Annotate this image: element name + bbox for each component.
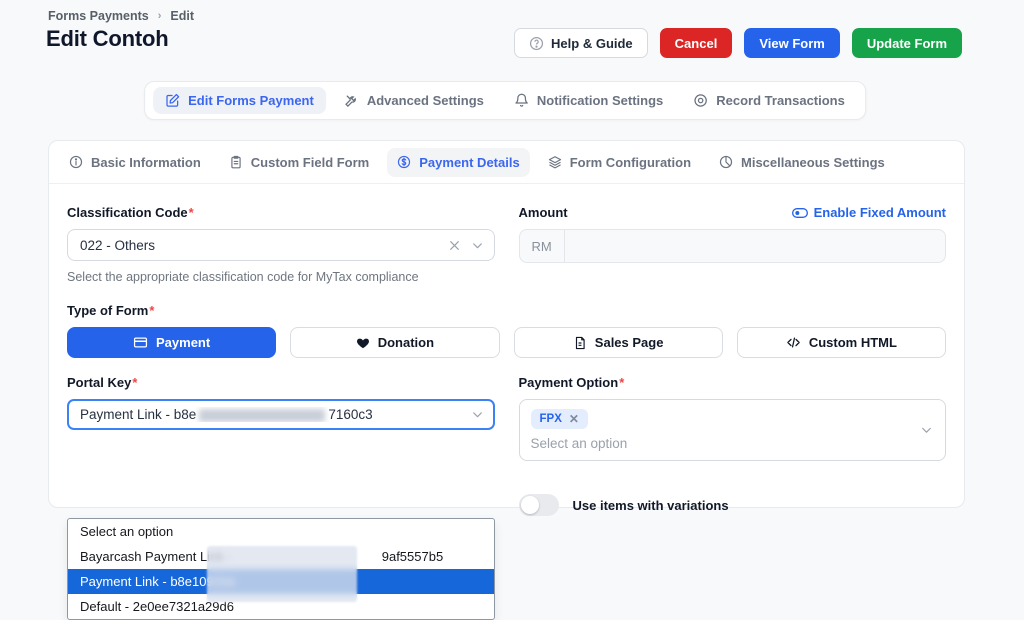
chevron-down-icon[interactable]: [471, 408, 484, 421]
tab-miscellaneous-settings[interactable]: Miscellaneous Settings: [709, 148, 895, 177]
redacted-text: [199, 409, 325, 422]
variations-toggle-row: Use items with variations: [519, 494, 947, 516]
tab-record-transactions[interactable]: Record Transactions: [681, 87, 857, 114]
tab-basic-information[interactable]: Basic Information: [59, 148, 211, 177]
view-form-button[interactable]: View Form: [744, 28, 840, 58]
tab-payment-details[interactable]: Payment Details: [387, 148, 529, 177]
tab-label: Payment Details: [419, 155, 519, 170]
toggle-icon: [792, 207, 808, 219]
breadcrumb-item-forms-payments[interactable]: Forms Payments: [48, 9, 149, 23]
type-label: Payment: [156, 335, 210, 350]
tab-label: Miscellaneous Settings: [741, 155, 885, 170]
tab-edit-forms-payment[interactable]: Edit Forms Payment: [153, 87, 326, 114]
dropdown-option-bayarcash-payment-link[interactable]: Bayarcash Payment Link - 9af5557b5: [68, 544, 494, 569]
card-icon: [133, 335, 148, 350]
currency-prefix: RM: [520, 230, 565, 262]
variations-toggle[interactable]: [519, 494, 559, 516]
clipboard-icon: [229, 155, 243, 169]
clear-icon[interactable]: [448, 239, 461, 252]
variations-toggle-label: Use items with variations: [573, 498, 729, 513]
dropdown-option-payment-link[interactable]: Payment Link - b8e1092bb: [68, 569, 494, 594]
heart-icon: [356, 336, 370, 350]
payment-option-label: Payment Option*: [519, 375, 947, 390]
classification-code-label: Classification Code*: [67, 205, 495, 220]
fpx-tag-label: FPX: [540, 413, 562, 425]
breadcrumb: Forms Payments › Edit: [48, 9, 194, 23]
classification-code-field: Classification Code* 022 - Others Select…: [67, 205, 495, 284]
type-sales-page-button[interactable]: Sales Page: [514, 327, 723, 358]
fpx-tag: FPX ✕: [531, 409, 588, 429]
payment-option-select[interactable]: FPX ✕ Select an option: [519, 399, 947, 461]
info-icon: [69, 155, 83, 169]
tab-label: Notification Settings: [537, 93, 663, 108]
cancel-button[interactable]: Cancel: [660, 28, 733, 58]
required-asterisk: *: [149, 303, 154, 318]
update-form-button[interactable]: Update Form: [852, 28, 962, 58]
type-of-form-label: Type of Form*: [67, 303, 946, 318]
required-asterisk: *: [132, 375, 137, 390]
amount-input[interactable]: [565, 230, 945, 262]
payment-option-placeholder: Select an option: [531, 436, 912, 451]
type-label: Donation: [378, 335, 434, 350]
misc-settings-icon: [719, 155, 733, 169]
amount-field: Amount Enable Fixed Amount RM: [519, 205, 947, 284]
breadcrumb-separator-icon: ›: [158, 10, 162, 22]
code-icon: [786, 335, 801, 350]
tab-label: Edit Forms Payment: [188, 93, 314, 108]
required-asterisk: *: [619, 375, 624, 390]
type-custom-html-button[interactable]: Custom HTML: [737, 327, 946, 358]
tab-label: Advanced Settings: [367, 93, 484, 108]
record-icon: [693, 93, 708, 108]
enable-fixed-amount-link[interactable]: Enable Fixed Amount: [792, 205, 946, 220]
portal-key-value: Payment Link - b8e 7160c3: [80, 407, 471, 422]
tab-label: Form Configuration: [570, 155, 691, 170]
portal-key-label: Portal Key*: [67, 375, 495, 390]
tab-notification-settings[interactable]: Notification Settings: [502, 87, 675, 114]
sales-doc-icon: [573, 336, 587, 350]
type-of-form-field: Type of Form* Payment Donation: [67, 303, 946, 358]
help-guide-button[interactable]: Help & Guide: [514, 28, 648, 58]
bell-icon: [514, 93, 529, 108]
payment-option-field: Payment Option* FPX ✕ Select an option: [519, 375, 947, 516]
form-card: Basic Information Custom Field Form Paym…: [48, 140, 965, 508]
tab-advanced-settings[interactable]: Advanced Settings: [332, 87, 496, 114]
type-label: Sales Page: [595, 335, 664, 350]
classification-code-value: 022 - Others: [80, 238, 448, 253]
tools-icon: [344, 93, 359, 108]
portal-key-select[interactable]: Payment Link - b8e 7160c3: [67, 399, 495, 430]
remove-tag-icon[interactable]: ✕: [569, 413, 579, 425]
header-actions: Help & Guide Cancel View Form Update For…: [514, 28, 962, 58]
classification-code-select[interactable]: 022 - Others: [67, 229, 495, 261]
layers-icon: [548, 155, 562, 169]
dropdown-option-select-an-option[interactable]: Select an option: [68, 519, 494, 544]
dropdown-option-default[interactable]: Default - 2e0ee7321a29d6: [68, 594, 494, 619]
amount-input-group: RM: [519, 229, 947, 263]
tab-form-configuration[interactable]: Form Configuration: [538, 148, 701, 177]
main-tab-bar: Edit Forms Payment Advanced Settings Not…: [144, 81, 866, 120]
tab-label: Custom Field Form: [251, 155, 369, 170]
amount-label: Amount: [519, 205, 568, 220]
payment-details-panel: Classification Code* 022 - Others Select…: [49, 184, 964, 516]
toggle-knob: [521, 496, 539, 514]
question-circle-icon: [529, 36, 544, 51]
portal-key-field: Portal Key* Payment Link - b8e 7160c3: [67, 375, 495, 516]
edit-icon: [165, 93, 180, 108]
chevron-down-icon[interactable]: [920, 424, 933, 437]
type-donation-button[interactable]: Donation: [290, 327, 499, 358]
tab-custom-field-form[interactable]: Custom Field Form: [219, 148, 379, 177]
section-tab-bar: Basic Information Custom Field Form Paym…: [49, 141, 964, 184]
type-payment-button[interactable]: Payment: [67, 327, 276, 358]
classification-code-helper: Select the appropriate classification co…: [67, 270, 495, 284]
breadcrumb-item-edit[interactable]: Edit: [170, 9, 194, 23]
dollar-circle-icon: [397, 155, 411, 169]
enable-fixed-amount-label: Enable Fixed Amount: [814, 205, 946, 220]
required-asterisk: *: [189, 205, 194, 220]
portal-key-dropdown: Select an option Bayarcash Payment Link …: [67, 518, 495, 620]
help-guide-label: Help & Guide: [551, 36, 633, 51]
chevron-down-icon[interactable]: [471, 239, 484, 252]
page-title: Edit Contoh: [46, 26, 168, 52]
tab-label: Record Transactions: [716, 93, 845, 108]
tab-label: Basic Information: [91, 155, 201, 170]
type-label: Custom HTML: [809, 335, 897, 350]
